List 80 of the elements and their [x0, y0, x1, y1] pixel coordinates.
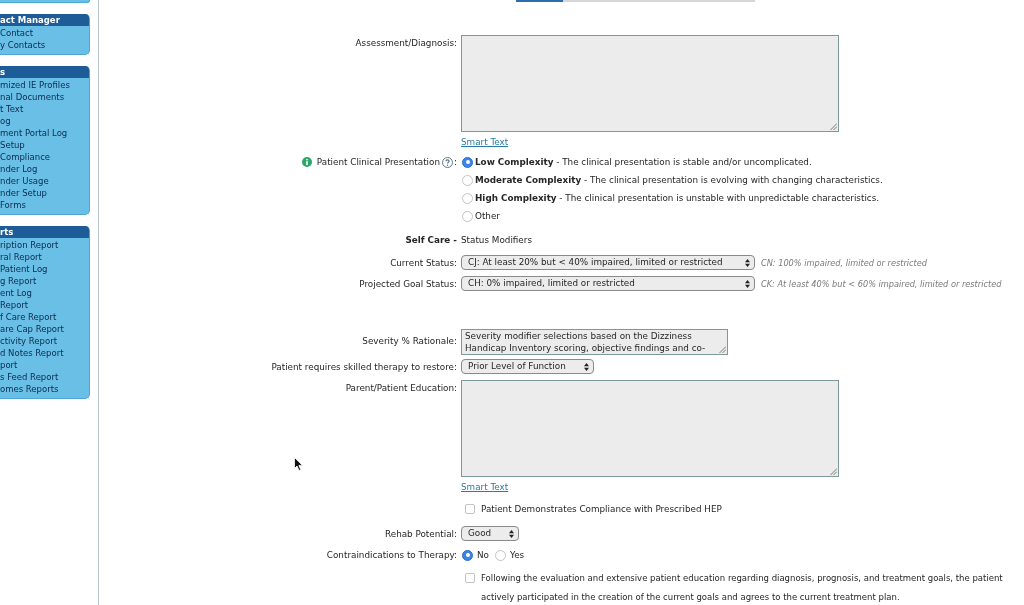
smart-text-link[interactable]: Smart Text	[461, 481, 509, 493]
status-hint: CN: 100% impaired, limited or restricted	[761, 256, 928, 269]
panel-header: rts	[0, 226, 89, 238]
field-label: Rehab Potential:	[385, 527, 457, 540]
sidebar-link[interactable]: d Notes Report	[0, 347, 64, 359]
option-label: Moderate Complexity - The clinical presentation is evolving with changing characteristics.	[475, 174, 883, 186]
text-area[interactable]	[461, 380, 839, 477]
checkbox-label: Patient Demonstrates Compliance with Prescribed HEP	[481, 503, 722, 515]
resize-grip-icon	[719, 346, 726, 353]
text-area[interactable]: Severity modifier selections based on the Dizziness Handicap Inventory scoring, objective findings and co-	[461, 329, 728, 355]
radio-button[interactable]	[494, 549, 506, 561]
field-label: Patient Clinical Presentation	[316, 156, 441, 168]
field-label: Severity % Rationale:	[362, 335, 457, 347]
field-label: Current Status:	[390, 256, 457, 269]
panel-header: s	[0, 66, 89, 78]
section-heading: Self Care -	[405, 234, 457, 247]
up-down-caret-icon	[509, 529, 514, 538]
up-down-caret-icon	[745, 279, 750, 288]
agreement-text: Following the evaluation and extensive patient education regarding diagnosis, prognosis, and treatment goals, the patient actively participated in the creation of the current goals and agrees to the current treatment plan.	[481, 572, 1003, 604]
option-label: Yes	[509, 549, 525, 561]
sidebar-link[interactable]: Report	[0, 299, 29, 311]
field-label: Patient requires skilled therapy to restore:	[271, 360, 457, 373]
sidebar-link[interactable]: Patient Log	[0, 263, 48, 275]
field-label: Projected Goal Status:	[359, 277, 457, 290]
sidebar-link[interactable]: Setup	[0, 139, 25, 151]
panel-header: act Manager	[0, 14, 89, 26]
sidebar-link[interactable]: g Report	[0, 275, 37, 287]
sidebar-link[interactable]: ent Log	[0, 287, 32, 299]
sidebar-link[interactable]: t Text	[0, 103, 24, 115]
field-label: Contraindications to Therapy:	[326, 549, 457, 561]
checkbox[interactable]	[465, 573, 475, 583]
text-area[interactable]	[461, 35, 839, 132]
radio-button[interactable]	[462, 156, 473, 168]
sidebar-link[interactable]: ment Portal Log	[0, 127, 68, 139]
info-icon	[301, 157, 312, 167]
up-down-caret-icon	[745, 258, 750, 267]
option-label: Low Complexity - The clinical presentation is stable and/or uncomplicated.	[475, 156, 812, 168]
tab-edge[interactable]	[563, 0, 755, 2]
sidebar-link[interactable]: og	[0, 115, 11, 127]
sidebar-link[interactable]: Forms	[0, 199, 26, 211]
radio-button[interactable]	[462, 192, 473, 204]
radio-button[interactable]	[462, 549, 473, 561]
sidebar-link[interactable]: ral Report	[0, 251, 42, 263]
sidebar-link[interactable]: port	[0, 359, 18, 371]
sidebar-link[interactable]: Compliance	[0, 151, 51, 163]
dropdown[interactable]: CH: 0% impaired, limited or restricted	[461, 276, 755, 291]
mouse-pointer-icon	[294, 457, 303, 471]
sidebar-link[interactable]: nal Documents	[0, 91, 65, 103]
help-icon[interactable]	[442, 156, 454, 168]
section-subheading: Status Modifiers	[461, 234, 532, 247]
dropdown[interactable]: CJ: At least 20% but < 40% impaired, limited or restricted	[461, 255, 755, 270]
checkbox[interactable]	[465, 504, 475, 514]
field-label: :	[454, 156, 457, 168]
sidebar-link[interactable]: y Contacts	[0, 39, 46, 51]
dropdown[interactable]: Good	[461, 526, 519, 541]
sidebar-link[interactable]: f Care Report	[0, 311, 57, 323]
sidebar-link[interactable]: ctivity Report	[0, 335, 57, 347]
smart-text-link[interactable]: Smart Text	[461, 136, 509, 148]
up-down-caret-icon	[584, 362, 589, 371]
sidebar-link[interactable]: Contact	[0, 27, 34, 39]
status-hint: CK: At least 40% but < 60% impaired, limited or restricted	[761, 277, 1002, 290]
sidebar-link[interactable]: mized IE Profiles	[0, 79, 70, 91]
sidebar-link[interactable]: omes Reports	[0, 383, 59, 395]
dropdown[interactable]: Prior Level of Function	[461, 359, 594, 374]
option-label: No	[477, 549, 489, 561]
resize-grip-icon	[830, 123, 837, 130]
sidebar-link[interactable]: ription Report	[0, 239, 59, 251]
sidebar-link[interactable]: are Cap Report	[0, 323, 64, 335]
sidebar-link[interactable]: nder Log	[0, 163, 38, 175]
resize-grip-icon	[830, 468, 837, 475]
option-label: High Complexity - The clinical presentation is unstable with unpredictable characteristics.	[475, 192, 880, 204]
field-label: Parent/Patient Education:	[345, 382, 457, 394]
tab-edge[interactable]	[516, 0, 563, 2]
option-label: Other	[475, 210, 500, 222]
sidebar-link[interactable]: nder Setup	[0, 187, 47, 199]
radio-button[interactable]	[462, 210, 473, 222]
radio-button[interactable]	[462, 174, 473, 186]
sidebar-link[interactable]: nder Usage	[0, 175, 49, 187]
field-label: Assessment/Diagnosis:	[355, 37, 457, 49]
sidebar-link[interactable]: s Feed Report	[0, 371, 59, 383]
